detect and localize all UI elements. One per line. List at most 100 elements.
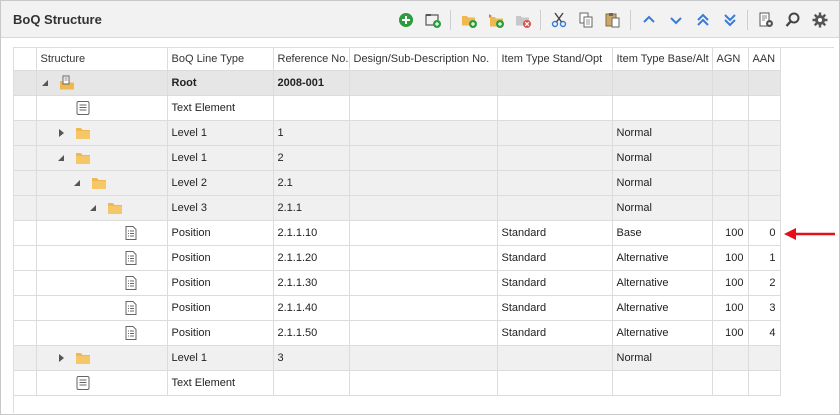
design-cell[interactable] [349,320,498,346]
item-type-stand-opt-cell[interactable]: Standard [497,270,613,296]
table-row[interactable]: Position 2.1.1.40 Standard Alternative 100 3 [14,295,781,321]
reference-cell[interactable]: 3 [273,345,350,371]
line-type-cell[interactable]: Level 1 [167,120,274,146]
item-type-base-alt-cell[interactable] [612,370,713,396]
aan-cell[interactable] [748,95,781,121]
line-type-cell[interactable]: Level 1 [167,345,274,371]
reference-cell[interactable]: 2 [273,145,350,171]
structure-cell[interactable] [36,320,168,346]
line-type-cell[interactable]: Position [167,245,274,271]
design-cell[interactable] [349,95,498,121]
aan-cell[interactable] [748,170,781,196]
reference-cell[interactable]: 2.1 [273,170,350,196]
agn-cell[interactable] [712,120,749,146]
structure-cell[interactable] [36,120,168,146]
agn-cell[interactable]: 100 [712,245,749,271]
item-type-stand-opt-cell[interactable]: Standard [497,245,613,271]
row-selector[interactable] [14,170,37,196]
item-type-base-alt-cell[interactable]: Alternative [612,320,713,346]
item-type-base-alt-cell[interactable]: Base [612,220,713,246]
reference-cell[interactable]: 2.1.1.10 [273,220,350,246]
structure-cell[interactable] [36,70,168,96]
row-selector[interactable] [14,120,37,146]
reference-cell[interactable]: 2.1.1.30 [273,270,350,296]
design-cell[interactable] [349,120,498,146]
design-cell[interactable] [349,170,498,196]
move-down-button[interactable] [665,9,687,31]
item-type-stand-opt-cell[interactable] [497,170,613,196]
column-header[interactable]: AGN [712,48,749,71]
design-cell[interactable] [349,270,498,296]
line-type-cell[interactable]: Level 1 [167,145,274,171]
table-row[interactable]: Level 2 2.1 Normal [14,170,781,196]
row-selector[interactable] [14,370,37,396]
row-selector[interactable] [14,195,37,221]
structure-cell[interactable] [36,245,168,271]
item-type-stand-opt-cell[interactable] [497,195,613,221]
row-selector[interactable] [14,345,37,371]
design-cell[interactable] [349,345,498,371]
structure-cell[interactable] [36,170,168,196]
column-header[interactable]: Item Type Stand/Opt [497,48,613,71]
table-row[interactable]: Position 2.1.1.50 Standard Alternative 100 4 [14,320,781,346]
collapse-arrow-icon[interactable] [57,146,67,170]
design-cell[interactable] [349,295,498,321]
column-header[interactable]: Reference No. [273,48,350,71]
line-type-cell[interactable]: Root [167,70,274,96]
column-header[interactable]: Design/Sub-Description No. [349,48,498,71]
structure-cell[interactable] [36,370,168,396]
delete-folder-button[interactable] [512,9,534,31]
reference-cell[interactable]: 2.1.1.20 [273,245,350,271]
new-subfolder-button[interactable] [458,9,480,31]
item-type-base-alt-cell[interactable]: Alternative [612,270,713,296]
reference-cell[interactable]: 2.1.1.50 [273,320,350,346]
column-header[interactable]: BoQ Line Type [167,48,274,71]
move-top-button[interactable] [692,9,714,31]
agn-cell[interactable] [712,345,749,371]
reference-cell[interactable]: 2008-001 [273,70,350,96]
agn-cell[interactable] [712,70,749,96]
copy-button[interactable] [575,9,597,31]
aan-cell[interactable] [748,120,781,146]
new-folder-button[interactable] [422,9,444,31]
agn-cell[interactable] [712,145,749,171]
column-header[interactable]: Structure [36,48,168,71]
item-type-base-alt-cell[interactable] [612,95,713,121]
expand-arrow-icon[interactable] [57,121,67,145]
move-bottom-button[interactable] [719,9,741,31]
table-row[interactable]: Level 1 1 Normal [14,120,781,146]
item-type-base-alt-cell[interactable]: Normal [612,145,713,171]
aan-cell[interactable]: 3 [748,295,781,321]
item-type-stand-opt-cell[interactable] [497,95,613,121]
structure-cell[interactable] [36,270,168,296]
item-type-stand-opt-cell[interactable]: Standard [497,295,613,321]
document-settings-button[interactable] [755,9,777,31]
item-type-stand-opt-cell[interactable] [497,70,613,96]
line-type-cell[interactable]: Position [167,220,274,246]
item-type-stand-opt-cell[interactable] [497,345,613,371]
collapse-arrow-icon[interactable] [73,171,83,195]
item-type-stand-opt-cell[interactable] [497,370,613,396]
structure-cell[interactable] [36,295,168,321]
row-selector-header[interactable] [14,48,37,71]
line-type-cell[interactable]: Text Element [167,95,274,121]
row-selector[interactable] [14,70,37,96]
line-type-cell[interactable]: Level 3 [167,195,274,221]
table-row[interactable]: Position 2.1.1.30 Standard Alternative 100 2 [14,270,781,296]
row-selector[interactable] [14,95,37,121]
expand-arrow-icon[interactable] [57,346,67,370]
reference-cell[interactable] [273,370,350,396]
structure-cell[interactable] [36,95,168,121]
table-row[interactable]: Text Element [14,370,781,396]
structure-cell[interactable] [36,195,168,221]
agn-cell[interactable]: 100 [712,270,749,296]
item-type-stand-opt-cell[interactable]: Standard [497,320,613,346]
reference-cell[interactable]: 1 [273,120,350,146]
row-selector[interactable] [14,320,37,346]
design-cell[interactable] [349,245,498,271]
column-header[interactable]: AAN [748,48,781,71]
row-selector[interactable] [14,295,37,321]
agn-cell[interactable] [712,95,749,121]
item-type-base-alt-cell[interactable]: Normal [612,120,713,146]
item-type-base-alt-cell[interactable]: Normal [612,170,713,196]
